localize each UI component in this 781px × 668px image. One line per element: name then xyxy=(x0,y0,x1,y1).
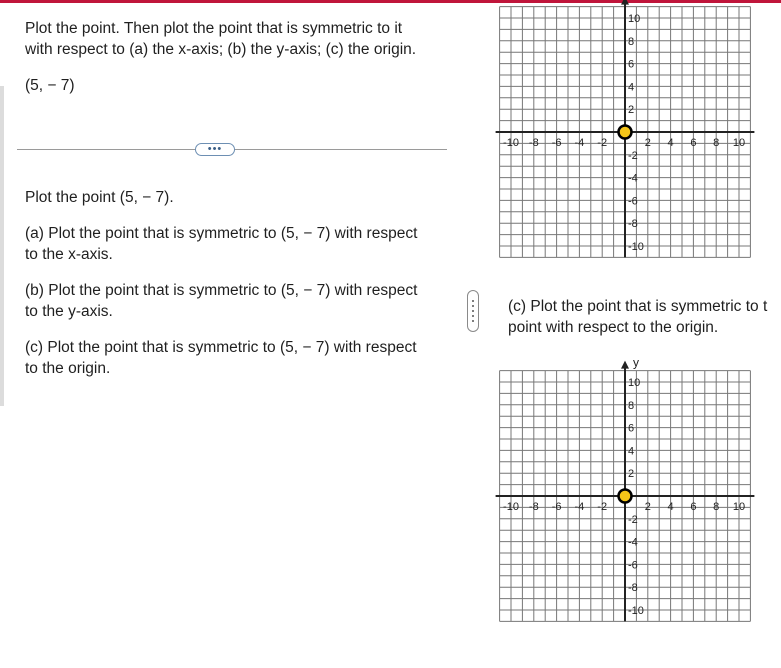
part-a-line-2: to the x-axis. xyxy=(25,246,113,263)
y-tick-label: -4 xyxy=(628,173,638,185)
x-tick-label: -8 xyxy=(529,137,539,149)
coordinate-graph-1[interactable]: -10 -8 -6 -4 -2 2 4 6 8 10 10 8 6 4 2 -2 -4 -6 -8 -10 xyxy=(495,0,781,270)
part-b-line-2: to the y-axis. xyxy=(25,303,113,320)
y-tick-label: -6 xyxy=(628,195,638,207)
prompt-line-2: with respect to (a) the x-axis; (b) the … xyxy=(25,41,417,58)
x-tick-label: -4 xyxy=(575,501,585,513)
y-axis-arrow xyxy=(621,360,629,369)
y-tick-label: -6 xyxy=(628,559,638,571)
part-b-line-1: (b) Plot the point that is symmetric to … xyxy=(25,282,418,299)
coordinate-graph-2[interactable]: -10 -8 -6 -4 -2 2 4 6 8 10 10 8 6 4 2 -2 -4 -6 -8 -10 y xyxy=(495,350,781,640)
right-part-c-line-2: point with respect to the origin. xyxy=(508,319,719,336)
y-tick-label: 10 xyxy=(628,377,640,389)
part-a-line-1: (a) Plot the point that is symmetric to … xyxy=(25,225,418,242)
y-tick-label: 10 xyxy=(628,13,640,25)
x-tick-label: -2 xyxy=(597,137,607,149)
given-point: (5, − 7) xyxy=(25,77,75,94)
plotted-point-marker xyxy=(617,488,633,504)
x-tick-label: 6 xyxy=(690,137,696,149)
x-tick-label: 10 xyxy=(733,137,745,149)
x-tick-label: 4 xyxy=(668,501,674,513)
y-axis-arrow xyxy=(621,0,629,5)
panel-splitter-handle[interactable] xyxy=(467,290,479,332)
x-tick-label: 6 xyxy=(690,501,696,513)
prompt-line-1: Plot the point. Then plot the point that… xyxy=(25,20,403,37)
y-tick-label: -8 xyxy=(628,582,638,594)
x-tick-label: -4 xyxy=(575,137,585,149)
x-tick-label: -10 xyxy=(503,501,519,513)
y-tick-label: 2 xyxy=(628,104,634,116)
x-tick-label: 4 xyxy=(668,137,674,149)
y-tick-label: -2 xyxy=(628,514,638,526)
x-tick-label: 10 xyxy=(733,501,745,513)
x-tick-label: -10 xyxy=(503,137,519,149)
plotted-point-marker xyxy=(617,124,633,140)
y-tick-label: -2 xyxy=(628,150,638,162)
left-scroll-edge[interactable] xyxy=(0,86,4,406)
y-tick-label: 8 xyxy=(628,36,634,48)
right-part-c-line-1: (c) Plot the point that is symmetric to … xyxy=(508,298,768,315)
x-tick-label: 8 xyxy=(713,137,719,149)
y-tick-label: 2 xyxy=(628,468,634,480)
y-tick-label: -4 xyxy=(628,537,638,549)
x-tick-label: 2 xyxy=(645,501,651,513)
x-tick-label: -2 xyxy=(597,501,607,513)
part-c-line-1: (c) Plot the point that is symmetric to … xyxy=(25,339,417,356)
y-tick-label: 4 xyxy=(628,81,634,93)
plot-point-text: Plot the point (5, − 7). xyxy=(25,189,174,206)
x-tick-label: 2 xyxy=(645,137,651,149)
y-axis-label: y xyxy=(633,356,639,370)
y-tick-label: -10 xyxy=(628,241,644,253)
y-tick-label: 6 xyxy=(628,423,634,435)
expand-more-button[interactable]: ••• xyxy=(195,143,235,156)
x-tick-label: 8 xyxy=(713,501,719,513)
x-tick-label: -6 xyxy=(552,137,562,149)
y-tick-label: -10 xyxy=(628,605,644,617)
x-tick-label: -6 xyxy=(552,501,562,513)
x-tick-label: -8 xyxy=(529,501,539,513)
y-tick-label: -8 xyxy=(628,218,638,230)
y-tick-label: 8 xyxy=(628,400,634,412)
y-tick-label: 6 xyxy=(628,59,634,71)
part-c-line-2: to the origin. xyxy=(25,360,111,377)
y-tick-label: 4 xyxy=(628,445,634,457)
